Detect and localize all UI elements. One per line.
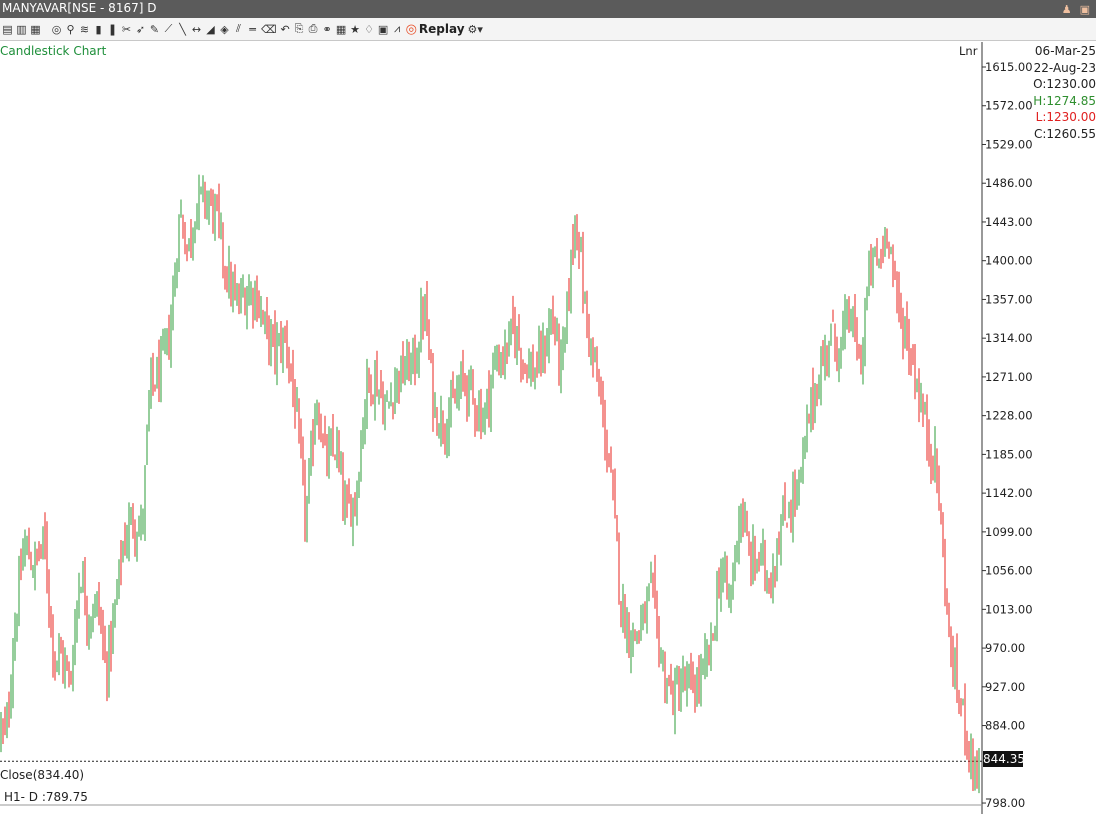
price-tick-label: 1486.00 [985, 176, 1033, 190]
high-value: H:1274.85 [1033, 93, 1096, 108]
last-price-marker: 844.35 [983, 751, 1025, 767]
replay-label: Replay [418, 22, 465, 36]
price-tick-label: 970.00 [985, 641, 1025, 655]
alert-icon[interactable]: ♢ [364, 23, 375, 36]
price-tick-label: 1056.00 [985, 564, 1033, 578]
pin-icon[interactable]: ⚲ [65, 23, 76, 36]
price-tick-label: 1271.00 [985, 370, 1033, 384]
volume-icon[interactable]: ❚ [107, 23, 118, 36]
price-tick-label: 1443.00 [985, 215, 1033, 229]
parallel-icon[interactable]: ⫽ [233, 22, 244, 36]
close-value: C:1260.55 [1033, 126, 1096, 141]
hline-icon[interactable]: ↔ [191, 23, 202, 36]
scissors-icon[interactable]: ✂ [121, 23, 132, 36]
toolbar: ▤ ▥ ▦ ◎ ⚲ ≋ ▮ ❚ ✂ ➶ ✎ ⟋ ╲ ↔ ◢ ◈ ⫽ ═ ⌫ ↶ ⎘ ⎙ ⚭ ▦ ★ ♢ ▣ ⩘ ◎ Replay ⚙▾ [0, 18, 1096, 41]
save-icon[interactable]: ▣ [378, 23, 389, 36]
chart-type-2-icon[interactable]: ▥ [16, 23, 27, 36]
fib-icon[interactable]: ◢ [205, 23, 216, 36]
price-tick-label: 1615.00 [985, 60, 1033, 74]
date-from: 22-Aug-23 [1033, 60, 1096, 75]
window-controls: ♟ ▣ [1062, 1, 1090, 18]
price-tick-label: 1314.00 [985, 331, 1033, 345]
price-tick-label: 1142.00 [985, 486, 1033, 500]
chart-type-icon[interactable]: ▤ [2, 23, 13, 36]
settings-icon[interactable]: ⚙▾ [468, 23, 483, 36]
equals-icon[interactable]: ═ [247, 23, 258, 36]
export-icon[interactable]: ⎘ [294, 22, 305, 36]
price-tick-label: 1185.00 [985, 447, 1033, 461]
undo-icon[interactable]: ↶ [280, 23, 291, 36]
close-line-label: Close(834.40) [0, 768, 85, 782]
price-tick-label: 1357.00 [985, 292, 1033, 306]
price-tick-label: 1400.00 [985, 254, 1033, 268]
high-low-label: H1- D :789.75 [4, 790, 88, 804]
price-tick-label: 1099.00 [985, 525, 1033, 539]
graph-icon[interactable]: ⩘ [392, 22, 403, 36]
ruler-icon[interactable]: ⟋ [163, 22, 174, 36]
price-tick-label: 1529.00 [985, 137, 1033, 151]
ohlc-info-panel: 06-Mar-25 22-Aug-23 O:1230.00 H:1274.85 … [1030, 43, 1096, 143]
lock-icon[interactable]: ▣ [1080, 1, 1090, 18]
indicator-icon[interactable]: ◎ [51, 23, 62, 36]
box-icon[interactable]: ◈ [219, 23, 230, 36]
link-icon[interactable]: ⚭ [322, 23, 333, 36]
date-to: 06-Mar-25 [1034, 44, 1096, 58]
print-icon[interactable]: ⎙ [308, 22, 319, 36]
table-icon[interactable]: ▦ [336, 23, 347, 36]
title-bar: MANYAVAR[NSE - 8167] D ♟ ▣ [0, 0, 1096, 18]
window-title: MANYAVAR[NSE - 8167] D [2, 1, 157, 15]
low-value: L:1230.00 [1035, 110, 1096, 125]
user-icon[interactable]: ♟ [1062, 1, 1072, 18]
price-tick-label: 1013.00 [985, 602, 1033, 616]
open-value: O:1230.00 [1033, 77, 1096, 92]
price-tick-label: 1572.00 [985, 99, 1033, 113]
replay-icon: ◎ [405, 21, 417, 37]
price-tick-label: 1228.00 [985, 409, 1033, 423]
star-icon[interactable]: ★ [350, 23, 361, 36]
candlestick-chart[interactable]: 1615.00 1572.00 1529.00 1486.00 1443.00 1400.… [0, 42, 1096, 814]
trendline-icon[interactable]: ╲ [177, 23, 188, 36]
eraser-icon[interactable]: ⌫ [261, 23, 277, 36]
bars-icon[interactable]: ▮ [93, 23, 104, 36]
study-icon[interactable]: ≋ [79, 23, 90, 36]
pencil-icon[interactable]: ✎ [149, 23, 160, 36]
chart-type-3-icon[interactable]: ▦ [30, 23, 41, 36]
price-tick-label: 798.00 [985, 796, 1025, 810]
candles-group [0, 174, 980, 794]
replay-button[interactable]: ◎ Replay [406, 22, 465, 37]
price-tick-label: 884.00 [985, 719, 1025, 733]
cursor-icon[interactable]: ➶ [135, 23, 146, 36]
price-tick-label: 927.00 [985, 680, 1025, 694]
